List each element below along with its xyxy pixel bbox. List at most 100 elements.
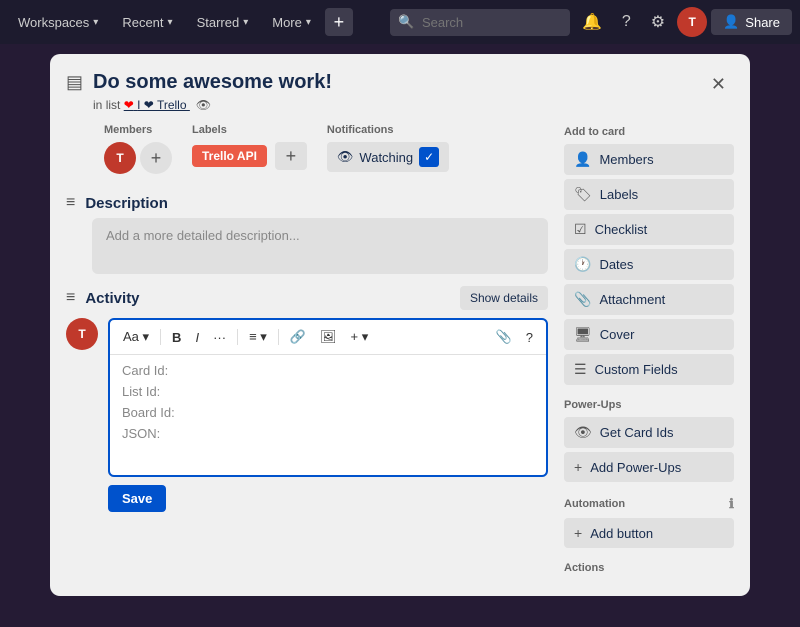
- member-avatar[interactable]: T: [104, 142, 136, 174]
- share-icon: 👤: [723, 14, 739, 30]
- cover-sidebar-icon: 🖥: [574, 326, 592, 343]
- settings-button[interactable]: ⚙: [643, 6, 673, 38]
- description-field[interactable]: Add a more detailed description...: [92, 218, 548, 274]
- automation-label: Automation ℹ: [564, 496, 734, 512]
- user-avatar[interactable]: T: [677, 7, 707, 37]
- description-title: Description: [85, 195, 168, 212]
- italic-button[interactable]: I: [190, 327, 204, 348]
- info-button[interactable]: ?: [614, 7, 639, 37]
- card-title: Do some awesome work!: [93, 70, 693, 94]
- toolbar-divider-1: [160, 329, 161, 345]
- sidebar-add-power-ups-button[interactable]: + Add Power-Ups: [564, 452, 734, 482]
- card-modal: ▤ Do some awesome work! in list ❤ I ❤ Tr…: [50, 54, 750, 596]
- watching-checkmark: ✓: [419, 147, 439, 167]
- plus-automation-icon: +: [574, 525, 582, 541]
- activity-header: ≡ Activity Show details: [66, 274, 548, 318]
- members-label: Members: [104, 124, 172, 136]
- sidebar-dates-button[interactable]: 🕐 Dates: [564, 249, 734, 280]
- more-menu[interactable]: More ▾: [262, 9, 321, 36]
- card-type-icon: ▤: [66, 72, 83, 93]
- image-button[interactable]: 🖼: [315, 326, 342, 348]
- labels-section: Labels Trello API +: [192, 124, 307, 170]
- label-tag[interactable]: Trello API: [192, 145, 267, 167]
- activity-icon: ≡: [66, 289, 75, 307]
- toolbar-divider-2: [237, 329, 238, 345]
- checklist-sidebar-icon: ☑: [574, 221, 587, 238]
- add-label-button[interactable]: +: [275, 142, 307, 170]
- workspaces-menu[interactable]: Workspaces ▾: [8, 9, 108, 36]
- watching-button[interactable]: 👁 Watching ✓: [327, 142, 449, 172]
- watching-text: Watching: [359, 150, 413, 165]
- modal-sidebar: Add to card 👤 Members 🏷 Labels ☑ Checkli…: [564, 112, 734, 580]
- sidebar-add-button-button[interactable]: + Add button: [564, 518, 734, 548]
- activity-title: Activity: [85, 290, 139, 307]
- sidebar-checklist-button[interactable]: ☑ Checklist: [564, 214, 734, 245]
- activity-area: T Aa ▾ B I ··· ≡ ▾ 🔗 🖼: [66, 318, 548, 477]
- font-size-button[interactable]: Aa ▾: [118, 326, 154, 348]
- members-list: T +: [104, 142, 172, 174]
- show-details-button[interactable]: Show details: [460, 286, 548, 310]
- recent-chevron: ▾: [168, 17, 173, 28]
- sidebar-members-button[interactable]: 👤 Members: [564, 144, 734, 175]
- add-board-button[interactable]: +: [325, 8, 353, 36]
- editor-toolbar-right: 📎 ?: [491, 326, 538, 348]
- notifications-section: Notifications 👁 Watching ✓: [327, 124, 449, 172]
- dates-sidebar-icon: 🕐: [574, 256, 591, 273]
- starred-chevron: ▾: [243, 17, 248, 28]
- modal-body: Members T + Labels Trello API +: [50, 112, 750, 596]
- sidebar-attachment-button[interactable]: 📎 Attachment: [564, 284, 734, 315]
- activity-header-left: ≡ Activity: [66, 289, 140, 307]
- json-row: JSON:: [122, 426, 534, 441]
- actions-label: Actions: [564, 562, 734, 574]
- members-sidebar-icon: 👤: [574, 151, 591, 168]
- heart-icon: ❤: [124, 98, 134, 112]
- search-input[interactable]: [390, 9, 570, 36]
- current-user-avatar: T: [66, 318, 98, 350]
- watch-icon-sm: 👁: [196, 98, 211, 112]
- list-id-row: List Id:: [122, 384, 534, 399]
- top-navigation: Workspaces ▾ Recent ▾ Starred ▾ More ▾ +…: [0, 0, 800, 44]
- editor-toolbar: Aa ▾ B I ··· ≡ ▾ 🔗 🖼 + ▾: [110, 320, 546, 355]
- modal-main-content: Members T + Labels Trello API +: [66, 112, 548, 580]
- eye-sidebar-icon: 👁: [574, 424, 592, 441]
- more-chevron: ▾: [306, 17, 311, 28]
- modal-overlay: ▤ Do some awesome work! in list ❤ I ❤ Tr…: [0, 44, 800, 627]
- toolbar-divider-3: [278, 329, 279, 345]
- share-button[interactable]: 👤 Share: [711, 9, 792, 35]
- labels-label: Labels: [192, 124, 307, 136]
- card-id-row: Card Id:: [122, 363, 534, 378]
- attachment-toolbar-button[interactable]: 📎: [491, 326, 517, 348]
- sidebar-custom-fields-button[interactable]: ☰ Custom Fields: [564, 354, 734, 385]
- help-button[interactable]: ?: [521, 326, 538, 348]
- add-to-card-label: Add to card: [564, 126, 734, 138]
- modal-close-button[interactable]: ✕: [703, 70, 734, 99]
- automation-info-icon: ℹ: [729, 496, 734, 512]
- more-formatting-button[interactable]: ···: [208, 327, 231, 348]
- list-button[interactable]: ≡ ▾: [244, 326, 272, 348]
- list-reference: in list ❤ I ❤ Trello 👁: [93, 98, 693, 112]
- search-container: 🔍: [390, 9, 570, 36]
- save-button[interactable]: Save: [108, 485, 166, 512]
- starred-menu[interactable]: Starred ▾: [187, 9, 259, 36]
- description-icon: ≡: [66, 194, 75, 212]
- save-area: Save: [108, 485, 548, 512]
- comment-editor: Aa ▾ B I ··· ≡ ▾ 🔗 🖼 + ▾: [108, 318, 548, 477]
- bold-button[interactable]: B: [167, 327, 186, 348]
- title-area: Do some awesome work! in list ❤ I ❤ Trel…: [93, 70, 693, 112]
- modal-header: ▤ Do some awesome work! in list ❤ I ❤ Tr…: [50, 54, 750, 112]
- insert-button[interactable]: + ▾: [346, 326, 374, 348]
- sidebar-labels-button[interactable]: 🏷 Labels: [564, 179, 734, 210]
- sidebar-cover-button[interactable]: 🖥 Cover: [564, 319, 734, 350]
- add-member-button[interactable]: +: [140, 142, 172, 174]
- list-link[interactable]: ❤ I ❤ Trello: [124, 98, 190, 112]
- recent-menu[interactable]: Recent ▾: [112, 9, 182, 36]
- notifications-label: Notifications: [327, 124, 449, 136]
- link-button[interactable]: 🔗: [285, 326, 311, 348]
- editor-content[interactable]: Card Id: List Id: Board Id: JSON:: [110, 355, 546, 475]
- sidebar-get-card-ids-button[interactable]: 👁 Get Card Ids: [564, 417, 734, 448]
- notifications-button[interactable]: 🔔: [574, 6, 610, 38]
- description-header: ≡ Description: [66, 186, 548, 218]
- workspaces-chevron: ▾: [93, 17, 98, 28]
- attachment-sidebar-icon: 📎: [574, 291, 591, 308]
- members-section: Members T +: [104, 124, 172, 174]
